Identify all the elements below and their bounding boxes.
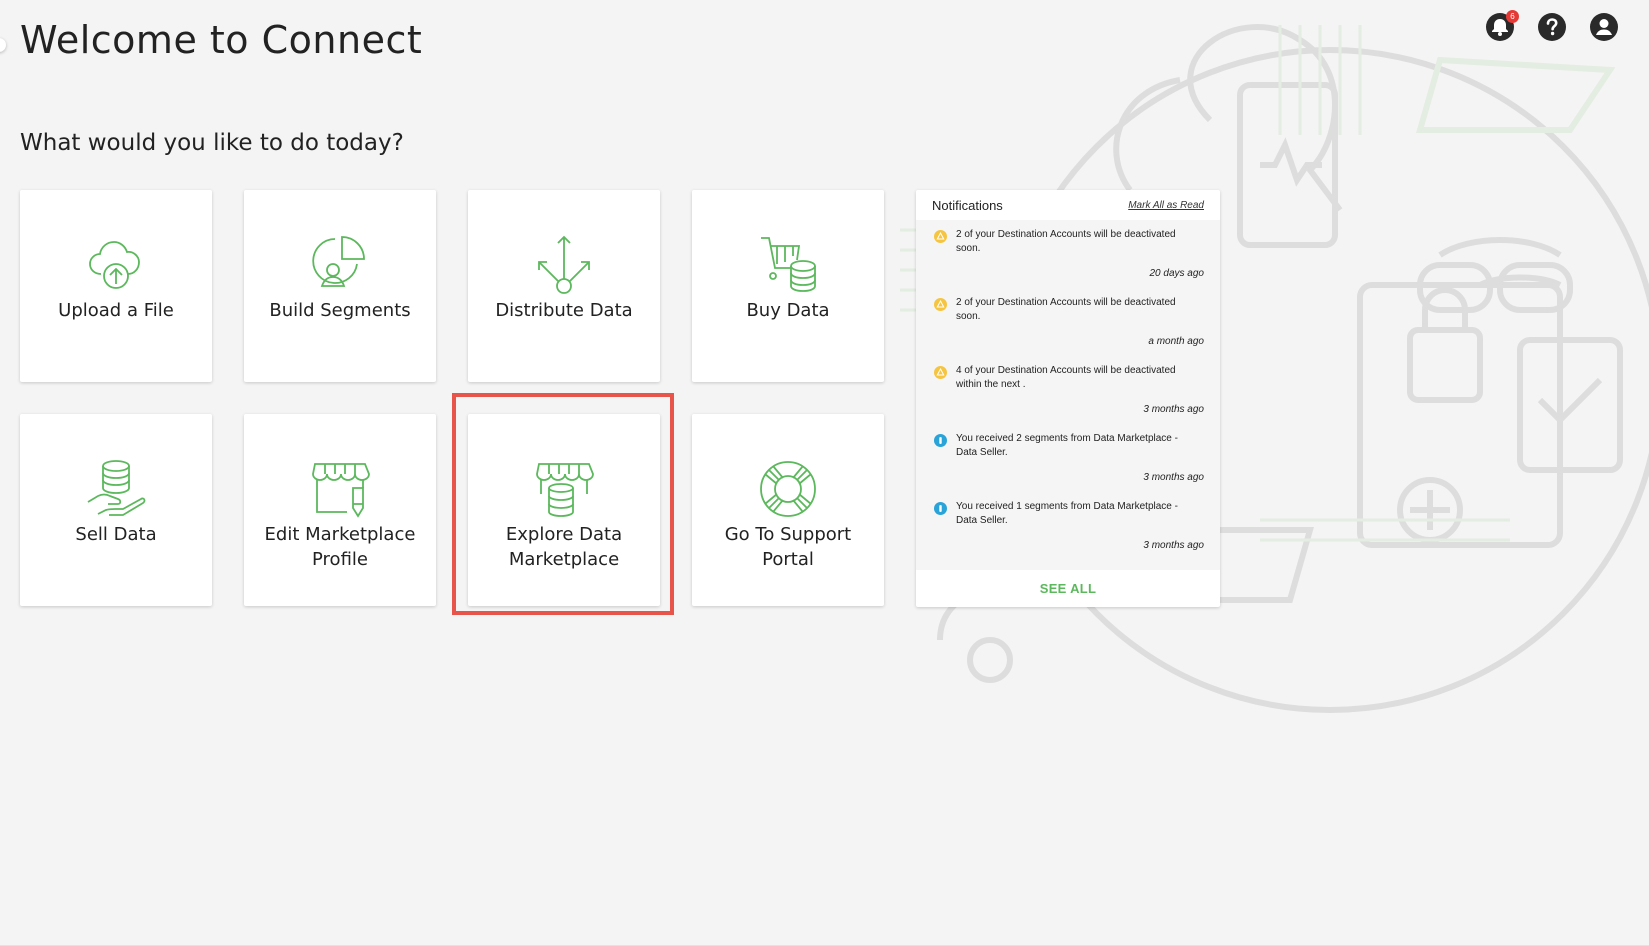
tile-support-portal[interactable]: Go To Support Portal bbox=[692, 414, 884, 606]
connect-home-page: Welcome to Connect What would you like t… bbox=[0, 0, 1649, 946]
tile-buy-data[interactable]: Buy Data bbox=[692, 190, 884, 382]
notification-count-badge: 6 bbox=[1506, 10, 1519, 23]
page-subtitle: What would you like to do today? bbox=[20, 130, 404, 156]
notification-text: 2 of your Destination Accounts will be d… bbox=[956, 229, 1176, 254]
notification-item[interactable]: You received 1 segments from Data Market… bbox=[916, 492, 1220, 560]
notification-item[interactable]: 2 of your Destination Accounts will be d… bbox=[916, 288, 1220, 356]
notifications-list[interactable]: 2 of your Destination Accounts will be d… bbox=[916, 220, 1220, 570]
top-toolbar: 6 bbox=[1485, 10, 1619, 42]
notifications-button[interactable]: 6 bbox=[1485, 10, 1519, 42]
notification-item[interactable]: 4 of your Destination Accounts will be d… bbox=[916, 356, 1220, 424]
notification-time: a month ago bbox=[1148, 336, 1204, 347]
cloud-upload-icon bbox=[89, 241, 140, 289]
cart-database-icon bbox=[761, 237, 816, 292]
storefront-edit-icon bbox=[312, 463, 370, 518]
action-tiles-grid: Upload a File Build Segments Distribute … bbox=[20, 190, 884, 606]
tile-label: Buy Data bbox=[746, 300, 830, 321]
notifications-title: Notifications bbox=[932, 197, 1003, 213]
info-icon bbox=[934, 502, 947, 515]
warning-icon bbox=[934, 366, 947, 379]
notification-time: 20 days ago bbox=[1149, 268, 1205, 279]
notification-time: 3 months ago bbox=[1143, 404, 1204, 415]
notifications-panel: Notifications Mark All as Read 2 of your… bbox=[916, 190, 1220, 607]
tile-label: Edit Marketplace Profile bbox=[264, 524, 416, 570]
distribute-arrows-icon bbox=[538, 235, 590, 294]
storefront-database-icon bbox=[536, 463, 594, 517]
page-title: Welcome to Connect bbox=[20, 18, 423, 62]
tile-label: Upload a File bbox=[58, 300, 174, 321]
hand-database-icon bbox=[87, 460, 146, 516]
tile-sell-data[interactable]: Sell Data bbox=[20, 414, 212, 606]
tile-label: Go To Support Portal bbox=[724, 524, 852, 570]
tile-build-segments[interactable]: Build Segments bbox=[244, 190, 436, 382]
notification-text: You received 1 segments from Data Market… bbox=[956, 501, 1178, 526]
notification-item[interactable]: 2 of your Destination Accounts will be d… bbox=[916, 220, 1220, 288]
sidebar-toggle[interactable] bbox=[0, 38, 6, 52]
tile-label: Build Segments bbox=[269, 300, 411, 321]
account-button[interactable] bbox=[1589, 12, 1619, 42]
help-icon bbox=[1538, 13, 1566, 41]
mark-all-read-link[interactable]: Mark All as Read bbox=[1128, 200, 1204, 211]
see-all-button[interactable]: SEE ALL bbox=[916, 570, 1220, 607]
notification-time: 3 months ago bbox=[1143, 540, 1204, 551]
tile-label: Distribute Data bbox=[495, 300, 633, 321]
tile-distribute-data[interactable]: Distribute Data bbox=[468, 190, 660, 382]
notification-text: You received 2 segments from Data Market… bbox=[956, 433, 1178, 458]
tile-explore-data-marketplace[interactable]: Explore Data Marketplace bbox=[468, 414, 660, 606]
warning-icon bbox=[934, 298, 947, 311]
notification-text: 2 of your Destination Accounts will be d… bbox=[956, 297, 1176, 322]
notification-item[interactable]: You received 2 segments from Data Market… bbox=[916, 424, 1220, 492]
info-icon bbox=[934, 434, 947, 447]
lifebuoy-icon bbox=[760, 461, 816, 517]
tile-edit-marketplace-profile[interactable]: Edit Marketplace Profile bbox=[244, 414, 436, 606]
help-button[interactable] bbox=[1537, 12, 1567, 42]
user-icon bbox=[1590, 13, 1618, 41]
notification-text: 4 of your Destination Accounts will be d… bbox=[956, 365, 1176, 390]
warning-icon bbox=[934, 230, 947, 243]
segment-pie-icon bbox=[312, 236, 365, 287]
tile-label: Explore Data Marketplace bbox=[505, 524, 623, 570]
tile-upload-file[interactable]: Upload a File bbox=[20, 190, 212, 382]
tile-label: Sell Data bbox=[75, 524, 157, 545]
notifications-header: Notifications Mark All as Read bbox=[916, 190, 1220, 220]
notification-time: 3 months ago bbox=[1143, 472, 1204, 483]
